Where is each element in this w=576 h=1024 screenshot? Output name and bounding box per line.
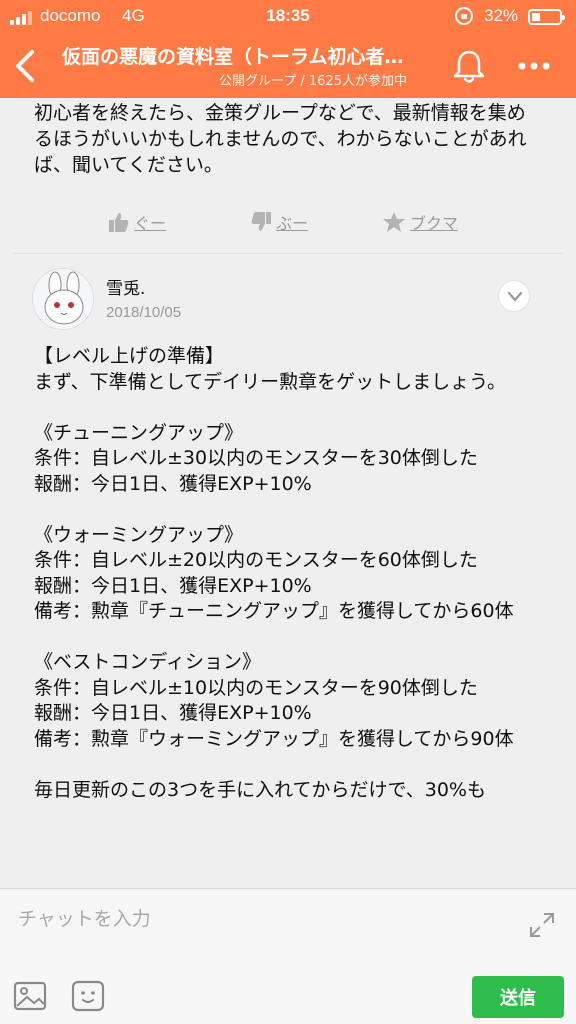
- reaction-bar: ぐー ぶー ブクマ: [0, 210, 576, 240]
- chat-content[interactable]: 初心者を終えたら、金策グループなどで、最新情報を集めるほうがいいかもしれませんの…: [0, 98, 576, 888]
- dislike-button[interactable]: ぶー: [250, 210, 308, 234]
- bookmark-button[interactable]: ブクマ: [382, 210, 458, 234]
- expand-button[interactable]: [526, 909, 558, 941]
- post-body: 【レベル上げの準備】 まず、下準備としてデイリー勲章をゲットしましょう。 《チュ…: [34, 345, 514, 801]
- chevron-down-icon: [507, 291, 523, 302]
- battery-level: [532, 13, 540, 21]
- sticker-button[interactable]: [70, 979, 106, 1013]
- chat-input[interactable]: [18, 903, 488, 935]
- avatar[interactable]: [32, 268, 94, 330]
- battery-icon: [528, 9, 565, 25]
- post-options-button[interactable]: [498, 280, 530, 312]
- more-options-button[interactable]: [512, 48, 556, 84]
- like-label: ぐー: [134, 214, 167, 233]
- star-icon: [383, 212, 405, 232]
- bookmark-label: ブクマ: [410, 214, 459, 233]
- author-name[interactable]: 雪兎.: [106, 274, 145, 299]
- dislike-label: ぶー: [276, 214, 309, 233]
- thumbs-down-icon: [251, 212, 271, 231]
- battery-percent: 32%: [484, 6, 519, 25]
- like-button[interactable]: ぐー: [108, 210, 166, 234]
- thumbs-up-icon: [109, 213, 129, 232]
- group-title[interactable]: 仮面の悪魔の資料室（トーラム初心者…: [62, 42, 432, 69]
- more-dots-icon: [518, 62, 550, 70]
- group-subtitle: 公開グループ / 1625人が参加中: [0, 70, 496, 89]
- previous-post-text: 初心者を終えたら、金策グループなどで、最新情報を集めるほうがいいかもしれませんの…: [34, 102, 527, 176]
- chat-composer: 送信: [0, 888, 576, 1024]
- rabbit-avatar-icon: [33, 269, 93, 329]
- image-button[interactable]: [12, 979, 48, 1013]
- post-divider: [14, 253, 562, 254]
- image-icon: [13, 981, 47, 1011]
- rotation-lock-icon: [455, 7, 473, 25]
- send-button[interactable]: 送信: [472, 976, 564, 1018]
- group-header: 仮面の悪魔の資料室（トーラム初心者… 公開グループ / 1625人が参加中: [0, 34, 576, 98]
- post-date: 2018/10/05: [106, 304, 182, 321]
- expand-icon: [530, 913, 554, 937]
- bell-icon: [453, 50, 485, 83]
- sticker-icon: [71, 980, 105, 1012]
- status-bar: docomo 4G 18:35 32%: [0, 0, 576, 34]
- group-subtitle-text: 公開グループ / 1625人が参加中: [219, 74, 407, 89]
- notification-button[interactable]: [450, 46, 488, 86]
